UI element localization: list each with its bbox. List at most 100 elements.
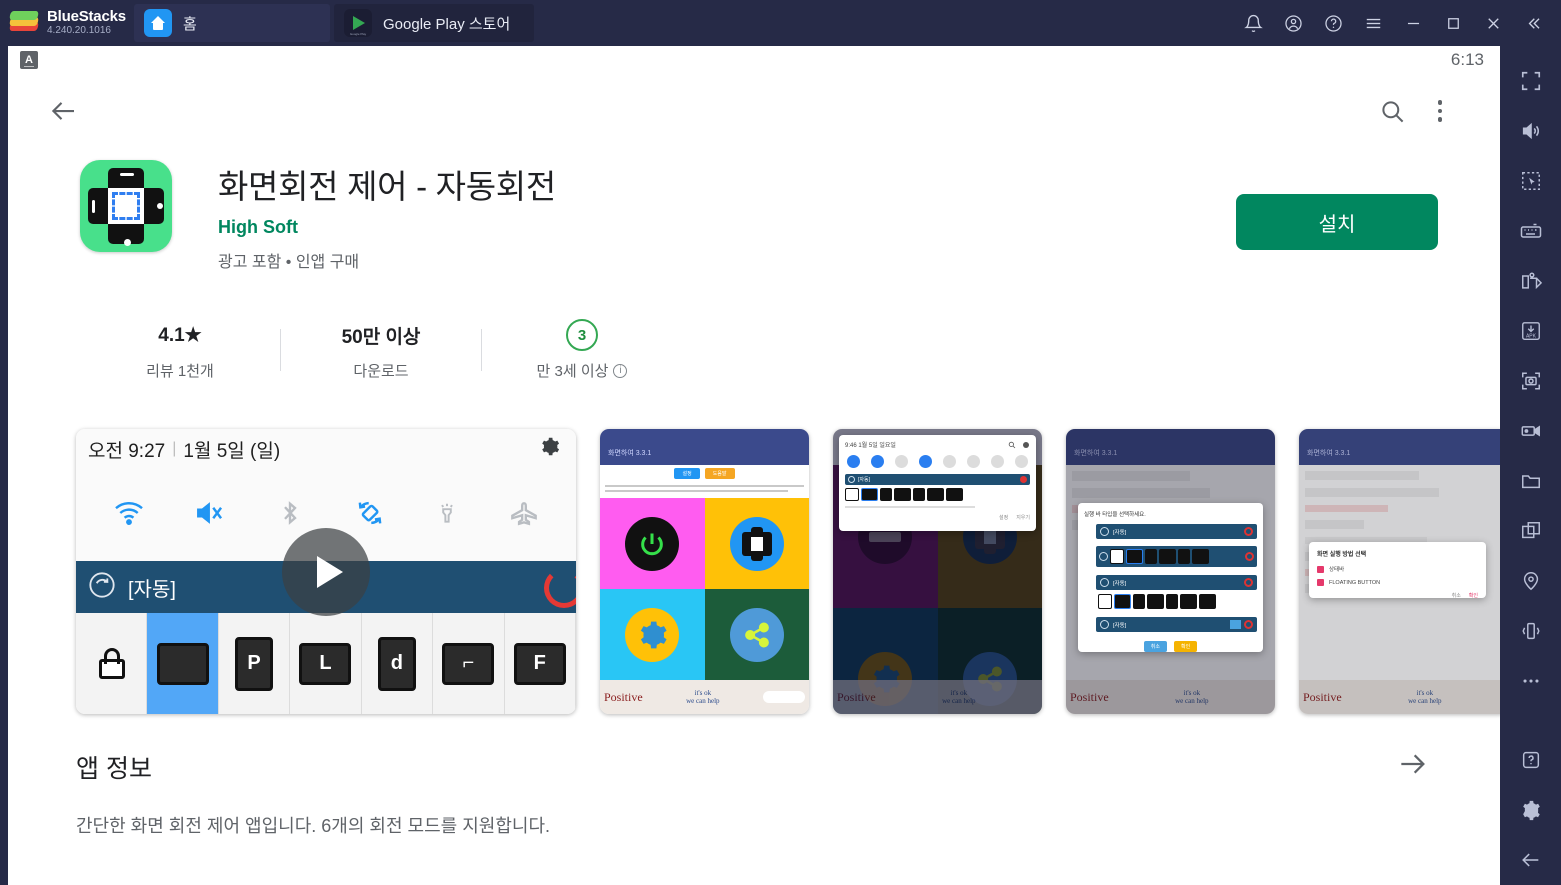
close-button[interactable] [1473, 0, 1513, 46]
mode-tile-l[interactable]: L [290, 613, 362, 715]
home-icon [144, 9, 172, 37]
play-icon[interactable] [282, 527, 370, 616]
bluestacks-brand: BlueStacks 4.240.20.1016 [0, 9, 130, 36]
wifi-icon [112, 500, 146, 531]
app-header: 화면회전 제어 - 자동회전 High Soft 광고 포함 • 인앱 구매 설… [8, 148, 1500, 272]
mode-tile-p[interactable]: P [219, 613, 291, 715]
dialog-option-0: 상태바 [1329, 567, 1345, 574]
flashlight-icon [434, 500, 460, 531]
status-app-badge: A [20, 51, 38, 69]
help-button[interactable] [1313, 0, 1353, 46]
mode-selection-dialog: 실행 바 타입을 선택하세요. [자동] [자동] [자동] 취소 확인 [1078, 503, 1263, 653]
mute-icon [193, 500, 227, 531]
dialog-cancel-button[interactable]: 취소 [1452, 592, 1461, 599]
run-method-dialog: 화면 실행 방법 선택 상태바 FLOATING BUTTON 취소 확인 [1309, 542, 1486, 599]
keymapping-button[interactable] [1506, 206, 1556, 256]
bluestacks-logo-icon [9, 11, 39, 35]
kebab-menu-icon [1437, 100, 1443, 122]
mode-tile-d[interactable]: d [362, 613, 434, 715]
shake-button[interactable] [1506, 606, 1556, 656]
stat-content-rating-label: 만 3세 이상 [536, 363, 609, 381]
screenshot-button[interactable] [1506, 356, 1556, 406]
fullscreen-button[interactable] [1506, 56, 1556, 106]
settings-button[interactable] [1506, 785, 1556, 835]
screenshot-mode-dialog[interactable]: 화면하여 3.3.1 Positive it's ok we can help 실… [1066, 429, 1275, 715]
stat-downloads-value: 50만 이상 [341, 326, 421, 348]
record-button[interactable] [1506, 406, 1556, 456]
app-stats-row: 4.1★ 리뷰 1천개 50만 이상 다운로드 3 만 3세 이상 i [80, 318, 1500, 381]
developer-link[interactable]: High Soft [218, 217, 556, 238]
google-play-icon-caption: Google Play [349, 32, 367, 36]
back-button[interactable] [40, 87, 88, 135]
screenshot-settings-dialog[interactable]: 화면하여 3.3.1 Positive it's okwe can help [1299, 429, 1500, 715]
dialog-confirm-button[interactable]: 확인 [1469, 592, 1478, 599]
search-button[interactable] [1368, 87, 1416, 135]
brand-version: 4.240.20.1016 [47, 25, 111, 37]
multi-instance-button[interactable] [1506, 506, 1556, 556]
gear-icon [539, 436, 560, 462]
back-button[interactable] [1506, 835, 1556, 885]
mode-tile-auto[interactable] [147, 613, 219, 715]
screenshot-carousel[interactable]: 오전 9:27 | 1월 5일 (일) [자동] P L d ⌐ F 화면하여 … [76, 429, 1500, 715]
install-apk-button[interactable]: APK [1506, 306, 1556, 356]
dialog-option-1: FLOATING BUTTON [1329, 579, 1381, 586]
app-info-heading: 앱 정보 [76, 754, 152, 783]
macro-button[interactable] [1506, 256, 1556, 306]
app-subtitle: 광고 포함 • 인앱 구매 [218, 254, 360, 272]
mode-tile-f[interactable]: F [505, 613, 576, 715]
bluetooth-icon [275, 500, 305, 531]
mode-tile-7[interactable]: ⌐ [433, 613, 505, 715]
search-icon [1008, 441, 1016, 449]
notification-shade: 9:46 1월 5일 일요일 [자동] 설정 지우기 [839, 435, 1036, 532]
mode-d-glyph: d [377, 636, 416, 691]
bluestacks-sidebar: APK [1500, 46, 1561, 885]
stat-downloads: 50만 이상 다운로드 [281, 318, 481, 381]
screenshot-grid-modes[interactable]: 화면하여 3.3.1 설정 도움말 Positive it's ok we ca… [600, 429, 809, 715]
tab-google-play-store[interactable]: Google Play Google Play 스토어 [334, 4, 534, 42]
brand-name: BlueStacks [47, 8, 126, 26]
screenshot-notification-panel[interactable]: Positive it's okwe can help 9:46 1월 5일 일… [833, 429, 1042, 715]
tab-google-play-store-label: Google Play 스토어 [383, 15, 511, 33]
gear-icon [1023, 441, 1029, 448]
play-store-toolbar [8, 74, 1500, 148]
media-manager-button[interactable] [1506, 456, 1556, 506]
shade-title: 9:46 1월 5일 일요일 [845, 443, 896, 450]
promo-video-thumbnail[interactable]: 오전 9:27 | 1월 5일 (일) [자동] P L d ⌐ F [76, 429, 576, 715]
checkbox-checked-icon[interactable] [1317, 579, 1324, 587]
content-rating-badge: 3 [566, 319, 598, 352]
maximize-button[interactable] [1433, 0, 1473, 46]
mode-auto-glyph [156, 642, 209, 685]
menu-button[interactable] [1353, 0, 1393, 46]
app-info-section[interactable]: 앱 정보 [76, 748, 1428, 785]
volume-button[interactable] [1506, 106, 1556, 156]
minimize-button[interactable] [1393, 0, 1433, 46]
install-button[interactable]: 설치 [1236, 194, 1438, 250]
arrow-right-icon[interactable] [1396, 748, 1428, 785]
checkbox-checked-icon[interactable] [1317, 565, 1324, 573]
stat-rating[interactable]: 4.1★ 리뷰 1천개 [80, 318, 280, 381]
tab-home[interactable]: 홈 [134, 4, 330, 42]
more-button[interactable] [1506, 656, 1556, 706]
stat-content-rating[interactable]: 3 만 3세 이상 i [482, 318, 682, 381]
app-info-description: 간단한 화면 회전 제어 앱입니다. 6개의 회전 모드를 지원합니다. [76, 816, 551, 837]
svg-text:APK: APK [1525, 333, 1536, 339]
notifications-button[interactable] [1233, 0, 1273, 46]
info-icon[interactable]: i [613, 363, 628, 378]
mode-p-glyph: P [235, 636, 274, 691]
collapse-sidebar-button[interactable] [1513, 0, 1553, 46]
ad-banner: Positive it's okwe can help [600, 680, 809, 715]
airplane-icon [508, 500, 540, 531]
page-title: 화면회전 제어 - 자동회전 [218, 168, 556, 205]
account-button[interactable] [1273, 0, 1313, 46]
android-status-bar: A 6:13 [8, 46, 1500, 74]
overflow-menu-button[interactable] [1416, 87, 1464, 135]
window-tabs: 홈 Google Play Google Play 스토어 [130, 0, 534, 46]
android-viewport: A 6:13 화면회전 제어 - 자동회전 High Soft 광고 포함 • … [8, 46, 1500, 885]
mode-tile-lock[interactable] [76, 613, 148, 715]
status-clock: 6:13 [1450, 50, 1484, 69]
location-button[interactable] [1506, 556, 1556, 606]
help-button[interactable] [1506, 735, 1556, 785]
multi-select-button[interactable] [1506, 156, 1556, 206]
stat-rating-label: 리뷰 1천개 [146, 363, 214, 381]
bluestacks-titlebar: BlueStacks 4.240.20.1016 홈 Google Play G… [0, 0, 1561, 46]
